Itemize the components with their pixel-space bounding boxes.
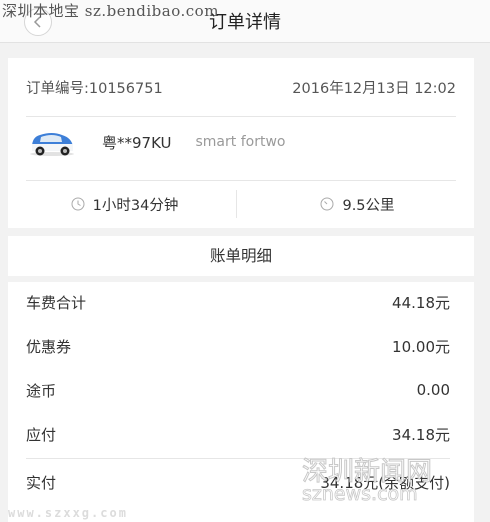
bill-label: 车费合计	[26, 293, 87, 312]
watermark-bottom: www.szxxg.com	[8, 506, 128, 520]
duration-value: 1小时34分钟	[92, 197, 179, 214]
bill-value: 0.00	[416, 381, 450, 399]
watermark-top: 深圳本地宝 sz.bendibao.com	[2, 2, 219, 20]
divider	[26, 116, 456, 117]
watermark-logo-en: sznews.com	[302, 483, 418, 504]
car-model: smart fortwo	[195, 134, 286, 150]
header-bar: 订单详情 深圳本地宝 sz.bendibao.com	[0, 0, 490, 43]
bill-label: 实付	[26, 473, 57, 492]
bill-title: 账单明细	[209, 247, 272, 265]
bill-label: 优惠券	[26, 337, 72, 356]
distance-stat: 9.5公里	[241, 184, 474, 224]
clock-icon	[71, 197, 85, 211]
trip-stats-row: 1小时34分钟 9.5公里	[8, 184, 474, 224]
duration-stat: 1小时34分钟	[8, 184, 241, 224]
bill-label: 途币	[26, 381, 57, 400]
bill-row: 车费合计 44.18元	[26, 282, 450, 322]
gauge-icon	[320, 197, 334, 211]
bill-value: 44.18元	[392, 293, 450, 312]
stats-divider	[236, 190, 237, 218]
bill-value: 34.18元	[392, 425, 450, 444]
order-info-row: 订单编号:10156751 2016年12月13日 12:02	[26, 70, 456, 104]
car-info-row: 粤**97KU smart fortwo	[26, 122, 456, 162]
bill-value: 10.00元	[392, 337, 450, 356]
car-plate: 粤**97KU	[102, 133, 172, 152]
order-summary-card: 订单编号:10156751 2016年12月13日 12:02 粤**97KU …	[8, 58, 474, 228]
bill-row: 应付 34.18元	[26, 414, 450, 454]
watermark-logo: 深圳新闻网 sznews.com	[302, 457, 433, 505]
bill-row: 优惠券 10.00元	[26, 326, 450, 366]
order-number: 订单编号:10156751	[26, 80, 163, 97]
car-icon	[30, 133, 74, 156]
bill-section-header: 账单明细	[8, 236, 474, 276]
divider	[26, 180, 456, 181]
distance-value: 9.5公里	[342, 197, 395, 214]
bill-label: 应付	[26, 425, 57, 444]
bill-row: 途币 0.00	[26, 370, 450, 410]
order-datetime: 2016年12月13日 12:02	[292, 80, 456, 97]
